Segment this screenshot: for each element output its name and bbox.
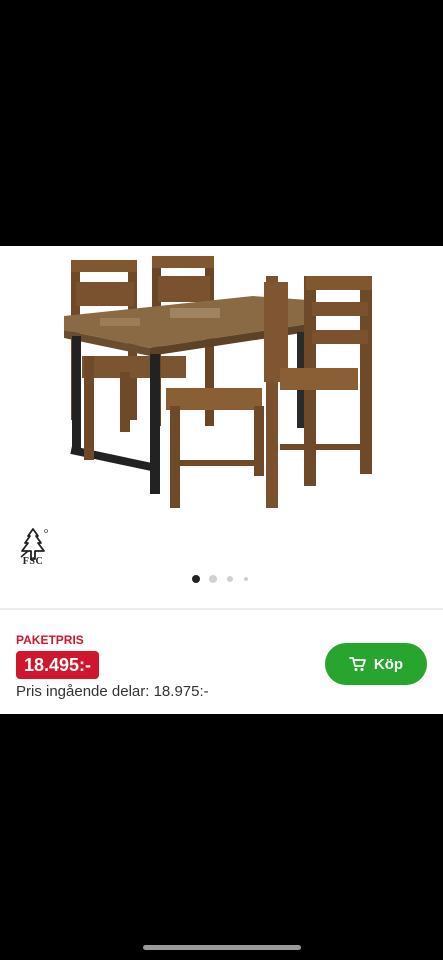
home-indicator[interactable]	[143, 945, 301, 950]
carousel-dot-4[interactable]	[244, 577, 248, 581]
carousel-dot-2[interactable]	[209, 575, 217, 583]
product-image	[64, 256, 372, 508]
product-image-gallery[interactable]: FSC	[0, 246, 443, 608]
carousel-dot-1[interactable]	[192, 575, 200, 583]
price-panel: PAKETPRIS 18.495:- Pris ingående delar: …	[0, 610, 443, 714]
buy-button[interactable]: Köp	[325, 643, 427, 685]
parts-price-text: Pris ingående delar: 18.975:-	[16, 683, 209, 700]
fsc-label: FSC	[22, 556, 44, 567]
package-price-label: PAKETPRIS	[16, 633, 84, 647]
package-price-badge: 18.495:-	[16, 651, 100, 679]
carousel-dots[interactable]	[0, 575, 443, 585]
carousel-dot-3[interactable]	[227, 576, 233, 582]
screen: FSC PAKETPRIS 18.495:- Pris ingående del…	[0, 0, 443, 960]
buy-button-label: Köp	[373, 655, 404, 673]
cart-icon	[349, 657, 366, 671]
